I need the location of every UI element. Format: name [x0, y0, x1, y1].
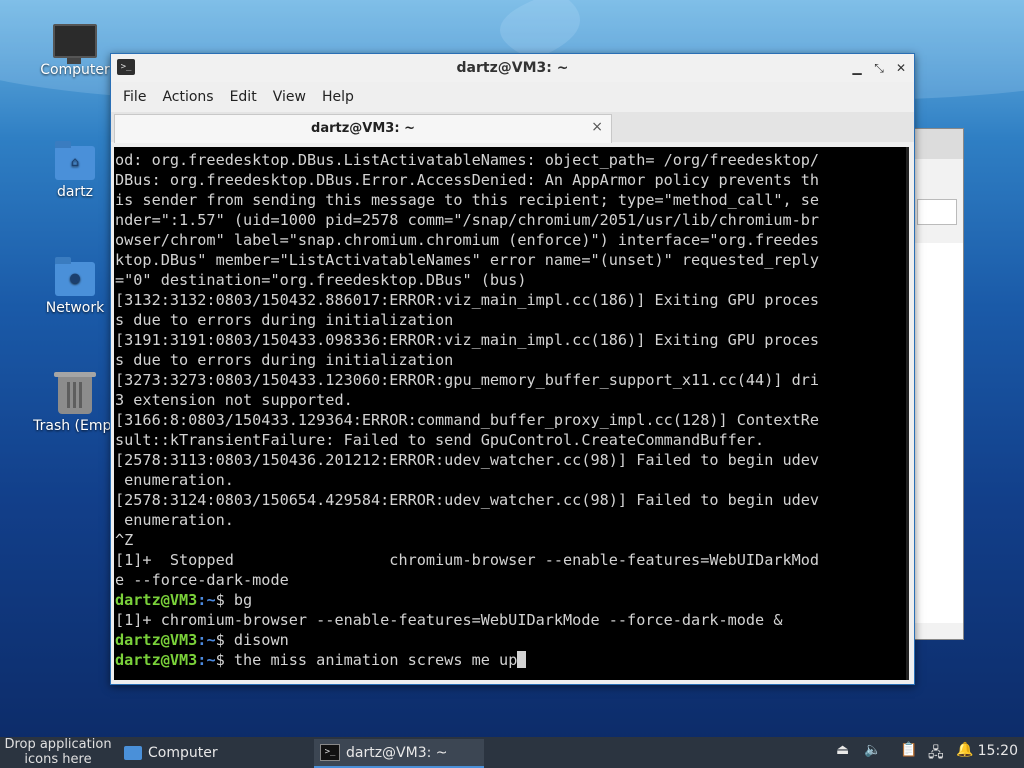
task-label: Computer: [148, 744, 218, 761]
folder-icon: [124, 745, 142, 760]
minimize-button[interactable]: ▁: [848, 59, 866, 77]
terminal-line: s due to errors during initialization: [115, 351, 454, 369]
terminal-line: ^Z: [115, 531, 134, 549]
prompt-command: $ disown: [215, 631, 289, 649]
terminal-line: enumeration.: [115, 471, 234, 489]
task-label: dartz@VM3: ~: [346, 744, 448, 761]
update-icon[interactable]: 🔔: [956, 742, 973, 758]
prompt-command: $ the miss animation screws me up: [215, 651, 518, 669]
background-window-titlebar[interactable]: [911, 129, 963, 159]
maximize-button[interactable]: ⤡: [870, 59, 888, 77]
tab-bar: dartz@VM3: ~ ×: [111, 112, 914, 143]
terminal-line: od: org.freedesktop.DBus.ListActivatable…: [115, 151, 820, 169]
terminal-line: [2578:3124:0803/150654.429584:ERROR:udev…: [115, 491, 820, 509]
background-window-pane: [911, 243, 963, 623]
terminal-line: DBus: org.freedesktop.DBus.Error.AccessD…: [115, 171, 820, 189]
window-title: dartz@VM3: ~: [456, 60, 569, 76]
terminal-line: e --force-dark-mode: [115, 571, 289, 589]
network-folder-icon: ●: [55, 257, 95, 296]
window-titlebar[interactable]: >_ dartz@VM3: ~ ▁ ⤡ ✕: [111, 54, 914, 82]
menu-actions[interactable]: Actions: [154, 89, 221, 105]
terminal-text: od: org.freedesktop.DBus.ListActivatable…: [114, 147, 909, 670]
network-icon[interactable]: 🖧: [928, 742, 944, 766]
terminal-line: [3166:8:0803/150433.129364:ERROR:command…: [115, 411, 820, 429]
prompt-user: dartz@VM3: [115, 631, 198, 649]
terminal-line: ="0" destination="org.freedesktop.DBus" …: [115, 271, 527, 289]
terminal-line: [3132:3132:0803/150432.886017:ERROR:viz_…: [115, 291, 820, 309]
tab-label: dartz@VM3: ~: [311, 121, 415, 136]
menu-view[interactable]: View: [265, 89, 314, 105]
scrollbar[interactable]: [906, 147, 909, 680]
prompt-path: :~: [197, 591, 216, 609]
prompt-path: :~: [197, 631, 216, 649]
terminal-line: enumeration.: [115, 511, 234, 529]
task-terminal[interactable]: >_ dartz@VM3: ~: [314, 739, 484, 768]
desktop-icon-label: Trash (Empt: [33, 418, 117, 434]
text-cursor: [517, 651, 527, 668]
prompt-command: $ bg: [215, 591, 253, 609]
terminal-line: owser/chrom" label="snap.chromium.chromi…: [115, 231, 820, 249]
desktop-icon-label: Computer: [40, 62, 110, 78]
terminal-line: nder=":1.57" (uid=1000 pid=2578 comm="/s…: [115, 211, 820, 229]
prompt-user: dartz@VM3: [115, 591, 198, 609]
launcher-drop-area[interactable]: Drop application icons here: [0, 737, 116, 767]
prompt-user: dartz@VM3: [115, 651, 198, 669]
home-folder-icon: ⌂: [55, 141, 95, 180]
terminal-line: sult::kTransientFailure: Failed to send …: [115, 431, 765, 449]
terminal-line: [3273:3273:0803/150433.123060:ERROR:gpu_…: [115, 371, 820, 389]
tab-terminal[interactable]: dartz@VM3: ~ ×: [114, 114, 612, 143]
terminal-line: [1]+ chromium-browser --enable-features=…: [115, 611, 783, 629]
taskbar: Drop application icons here Computer >_ …: [0, 737, 1024, 768]
terminal-line: 3 extension not supported.: [115, 391, 353, 409]
desktop-icon-home[interactable]: ⌂ dartz: [30, 141, 120, 200]
tab-close-icon[interactable]: ×: [591, 119, 603, 135]
terminal-line: [1]+ Stopped chromium-browser --enable-f…: [115, 551, 820, 569]
terminal-icon: >_: [320, 744, 340, 761]
desktop-icon-network[interactable]: ● Network: [30, 257, 120, 316]
terminal-line: [2578:3113:0803/150436.201212:ERROR:udev…: [115, 451, 820, 469]
desktop-icon-label: Network: [45, 300, 105, 316]
terminal-line: is sender from sending this message to t…: [115, 191, 820, 209]
trash-icon: [54, 372, 96, 414]
menu-edit[interactable]: Edit: [222, 89, 265, 105]
terminal-output[interactable]: od: org.freedesktop.DBus.ListActivatable…: [114, 147, 909, 680]
background-window-field: [917, 199, 957, 225]
terminal-line: s due to errors during initialization: [115, 311, 454, 329]
clipboard-icon[interactable]: 📋: [900, 742, 917, 758]
computer-icon: [53, 24, 97, 64]
menu-help[interactable]: Help: [314, 89, 362, 105]
background-window[interactable]: [910, 128, 964, 640]
eject-icon[interactable]: ⏏: [836, 742, 849, 758]
desktop-icon-label: dartz: [56, 184, 94, 200]
volume-icon[interactable]: 🔈: [864, 742, 881, 758]
menu-bar: File Actions Edit View Help: [111, 82, 914, 112]
desktop-icon-computer[interactable]: Computer: [30, 24, 120, 78]
task-computer[interactable]: Computer: [118, 739, 224, 766]
terminal-window[interactable]: >_ dartz@VM3: ~ ▁ ⤡ ✕ File Actions Edit …: [110, 53, 915, 685]
menu-file[interactable]: File: [115, 89, 154, 105]
prompt-path: :~: [197, 651, 216, 669]
close-button[interactable]: ✕: [892, 59, 910, 77]
terminal-line: [3191:3191:0803/150433.098336:ERROR:viz_…: [115, 331, 820, 349]
terminal-line: ktop.DBus" member="ListActivatableNames"…: [115, 251, 820, 269]
clock[interactable]: 15:20: [978, 743, 1018, 759]
